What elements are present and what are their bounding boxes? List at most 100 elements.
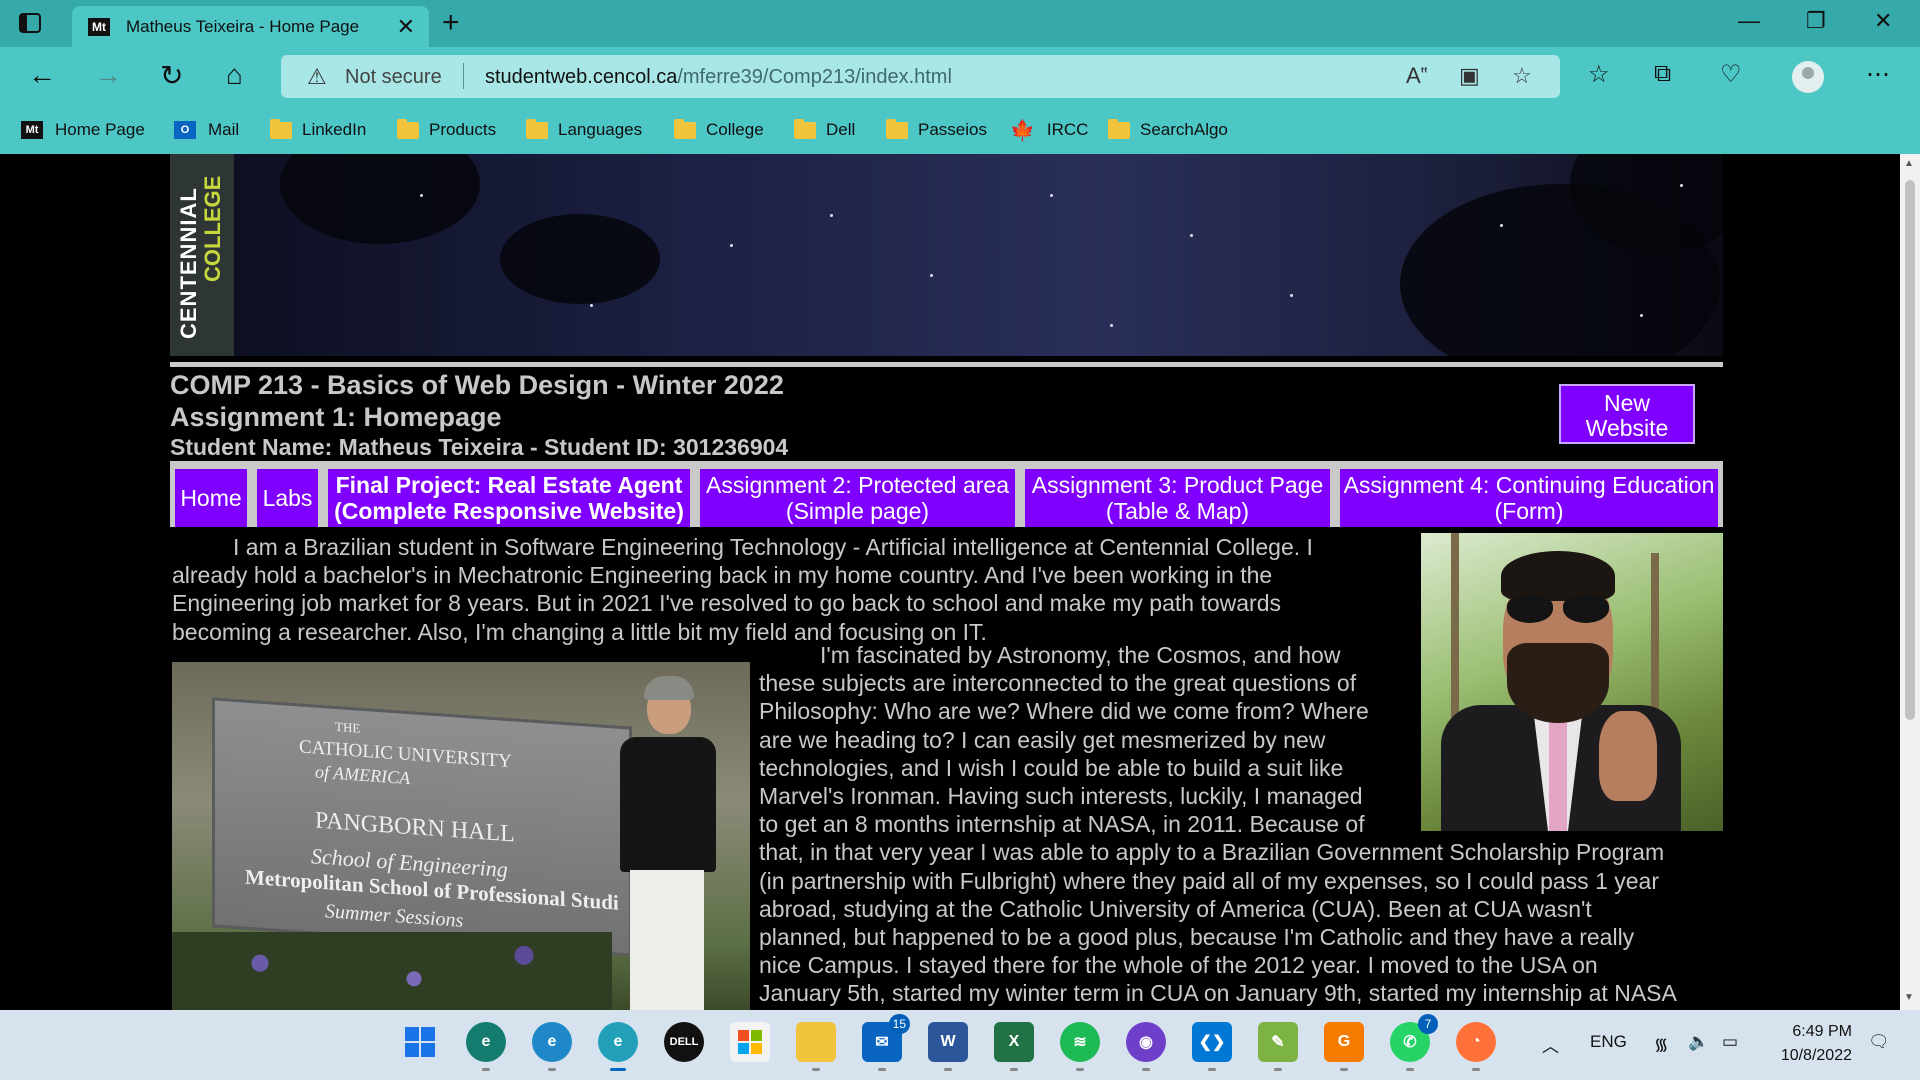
fav-passeios[interactable]: Passeios [886, 118, 987, 141]
immersive-reader-icon[interactable]: ▣ [1459, 63, 1480, 89]
fav-college[interactable]: College [674, 118, 764, 141]
firefox-icon[interactable]: ◔ [1456, 1022, 1496, 1071]
fav-linkedin[interactable]: LinkedIn [270, 118, 367, 141]
tab-bar: Mt Matheus Teixeira - Home Page ✕ + — ❐ … [0, 0, 1920, 47]
portrait-photo [1421, 533, 1723, 831]
portrait-sunglasses [1507, 595, 1611, 625]
chevron-up-icon[interactable]: ︿ [1542, 1032, 1559, 1057]
nav-assignment-4[interactable]: Assignment 4: Continuing Education (Form… [1340, 469, 1718, 527]
github-icon[interactable]: ◉ [1126, 1022, 1166, 1071]
scroll-up-icon[interactable]: ▲ [1904, 158, 1914, 169]
security-label[interactable]: Not secure [345, 66, 442, 89]
person-cap [644, 676, 694, 700]
volume-icon[interactable]: 🔈 [1688, 1032, 1709, 1052]
forward-icon[interactable]: → [94, 59, 122, 91]
url-path: /mferre39/Comp213/index.html [677, 66, 952, 88]
fav-label: Languages [558, 120, 643, 139]
star [590, 304, 593, 307]
tab-favicon: Mt [88, 18, 110, 36]
fav-ircc[interactable]: 🍁 IRCC [1010, 119, 1088, 142]
edge-profile-1-icon[interactable]: e [466, 1022, 506, 1071]
fav-label: Passeios [918, 120, 987, 139]
active-tab[interactable]: Mt Matheus Teixeira - Home Page ✕ [72, 6, 429, 47]
folder-icon [270, 118, 292, 139]
profile-avatar[interactable] [1792, 61, 1824, 93]
sign-the: THE [335, 718, 361, 736]
star [1190, 234, 1193, 237]
battery-icon[interactable]: ▭ [1722, 1032, 1738, 1052]
folder-icon [526, 118, 548, 139]
clock[interactable]: 6:49 PM 10/8/2022 [1760, 1020, 1852, 1068]
notepad-icon[interactable]: ✎ [1258, 1022, 1298, 1071]
file-explorer-icon[interactable] [796, 1022, 836, 1071]
word-icon[interactable]: W [928, 1022, 968, 1071]
folder-icon [674, 118, 696, 139]
more-icon[interactable]: ⋯ [1866, 60, 1890, 89]
pdf-icon[interactable]: G [1324, 1022, 1364, 1071]
refresh-icon[interactable]: ↻ [160, 59, 183, 92]
flower-bed [172, 932, 612, 1010]
url-text[interactable]: studentweb.cencol.ca/mferre39/Comp213/in… [485, 66, 952, 89]
assignment-title: Assignment 1: Homepage [170, 402, 502, 432]
nav-final-project[interactable]: Final Project: Real Estate Agent (Comple… [328, 469, 690, 527]
nav-home[interactable]: Home [175, 469, 247, 527]
sign-cua-2: of AMERICA [315, 761, 411, 789]
clock-time: 6:49 PM [1792, 1023, 1852, 1040]
mail-icon[interactable]: ✉ 15 [862, 1014, 910, 1071]
fav-products[interactable]: Products [397, 118, 496, 141]
address-bar[interactable]: ⚠ Not secure studentweb.cencol.ca/mferre… [281, 55, 1560, 98]
warning-icon[interactable]: ⚠ [307, 64, 327, 90]
window-close-icon[interactable]: ✕ [1874, 8, 1892, 34]
scroll-thumb[interactable] [1905, 180, 1915, 720]
performance-icon[interactable]: ♡ [1720, 60, 1742, 89]
home-icon[interactable]: ⌂ [226, 59, 243, 91]
sign-summer: Summer Sessions [325, 900, 464, 932]
back-icon[interactable]: ← [28, 59, 56, 91]
fav-label: College [706, 120, 764, 139]
star [1640, 314, 1643, 317]
spotify-icon[interactable]: ≋ [1060, 1022, 1100, 1071]
edge-active-icon[interactable]: e [598, 1022, 638, 1071]
notification-icon[interactable]: 🗨 [1868, 1032, 1890, 1052]
nav-assignment-2[interactable]: Assignment 2: Protected area (Simple pag… [700, 469, 1015, 527]
close-icon[interactable]: ✕ [397, 14, 415, 40]
cua-photo: THE CATHOLIC UNIVERSITY of AMERICA PANGB… [172, 662, 750, 1010]
vscode-icon[interactable]: ❮❯ [1192, 1022, 1232, 1071]
language-indicator[interactable]: ENG [1590, 1032, 1627, 1052]
fav-mail[interactable]: O Mail [174, 119, 239, 141]
fav-label: LinkedIn [302, 120, 367, 139]
nav-labs[interactable]: Labs [257, 469, 318, 527]
page-scrollbar[interactable]: ▲ ▼ [1900, 154, 1920, 1010]
fav-home-page[interactable]: Mt Home Page [21, 119, 145, 141]
start-icon[interactable] [400, 1022, 440, 1062]
read-aloud-icon[interactable]: A‟ [1406, 63, 1428, 89]
star [930, 274, 933, 277]
scroll-down-icon[interactable]: ▼ [1904, 992, 1914, 1003]
fav-languages[interactable]: Languages [526, 118, 643, 141]
edge-profile-2-icon[interactable]: e [532, 1022, 572, 1071]
add-favorite-icon[interactable]: ☆ [1512, 63, 1532, 89]
tab-actions-icon[interactable] [18, 12, 54, 36]
store-icon[interactable] [730, 1022, 770, 1062]
logo-centennial-text: CENTENNIAL [176, 187, 201, 339]
folder-icon [397, 118, 419, 139]
centennial-logo: CENTENNIAL COLLEGE [170, 154, 234, 356]
new-website-button[interactable]: New Website [1559, 384, 1695, 444]
nav-assignment-3[interactable]: Assignment 3: Product Page (Table & Map) [1025, 469, 1330, 527]
whatsapp-icon[interactable]: ✆ 7 [1390, 1014, 1438, 1071]
portrait-beard [1507, 643, 1609, 723]
excel-icon[interactable]: X [994, 1022, 1034, 1071]
favorites-icon[interactable]: ☆ [1588, 60, 1610, 89]
whatsapp-badge: 7 [1418, 1014, 1438, 1034]
new-tab-button[interactable]: + [442, 6, 460, 40]
minimize-icon[interactable]: — [1738, 8, 1760, 34]
mail-badge: 15 [888, 1014, 910, 1034]
fav-searchalgo[interactable]: SearchAlgo [1108, 118, 1228, 141]
star [1500, 224, 1503, 227]
dell-icon[interactable]: DELL [664, 1022, 704, 1062]
maximize-icon[interactable]: ❐ [1806, 8, 1826, 34]
wifi-icon[interactable]: ᯾ [1654, 1032, 1668, 1055]
collections-icon[interactable]: ⧉ [1654, 60, 1671, 88]
fav-dell[interactable]: Dell [794, 118, 855, 141]
sign-hall: PANGBORN HALL [315, 807, 515, 848]
